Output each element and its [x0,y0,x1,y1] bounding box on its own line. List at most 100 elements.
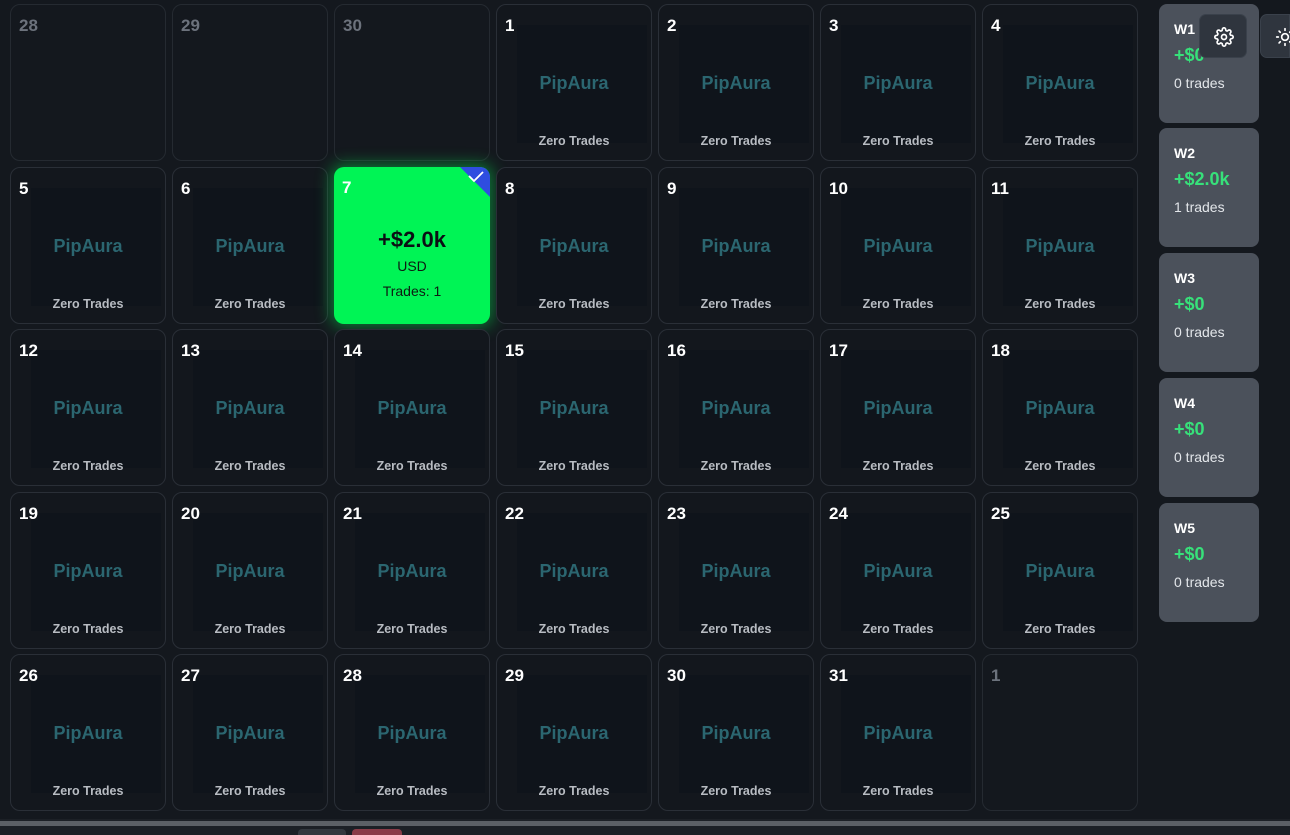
day-number: 18 [991,341,1010,360]
day-number: 23 [667,503,686,523]
day-number: 28 [343,666,362,685]
calendar-day-outside-month: 1 [982,654,1138,811]
bottom-tab-a[interactable] [298,829,346,835]
zero-trades-label: Zero Trades [52,296,124,311]
day-number: 29 [505,666,524,685]
day-number: 27 [181,666,200,685]
sun-icon [1275,27,1290,47]
calendar-day[interactable]: 5 PipAura Zero Trades [10,166,166,324]
day-number: 6 [181,178,191,198]
calendar-day[interactable]: 7 +$2.0k USD Trades: 1 [334,166,490,324]
calendar-day[interactable]: 10 PipAura Zero Trades [820,166,976,324]
calendar-day[interactable]: 8 PipAura Zero Trades [496,166,652,324]
calendar-day[interactable]: 13 PipAura Zero Trades [172,329,328,486]
brand-watermark: PipAura [863,398,933,418]
day-pnl: +$2.0k [378,226,446,252]
day-trade-count: Trades: 1 [382,282,442,299]
calendar-day[interactable]: 19 PipAura Zero Trades [10,491,166,649]
calendar-day[interactable]: 17 PipAura Zero Trades [820,329,976,486]
day-number: 11 [991,178,1009,198]
week-trade-count: 1 trades [1174,199,1225,215]
zero-trades-label: Zero Trades [862,296,934,311]
calendar-day[interactable]: 6 PipAura Zero Trades [172,166,328,324]
brand-watermark: PipAura [377,560,447,581]
calendar-day[interactable]: 4 PipAura Zero Trades [982,4,1138,161]
zero-trades-label: Zero Trades [700,296,772,311]
calendar-day[interactable]: 18 PipAura Zero Trades [982,329,1138,486]
calendar-day-outside-month: 30 [334,4,490,161]
calendar-day[interactable]: 26 PipAura Zero Trades [10,654,166,811]
calendar-day[interactable]: 16 PipAura Zero Trades [658,329,814,486]
zero-trades-label: Zero Trades [214,621,286,636]
zero-trades-label: Zero Trades [376,459,448,473]
brand-watermark: PipAura [215,398,285,418]
brand-watermark: PipAura [539,73,609,93]
brand-watermark: PipAura [701,235,771,256]
calendar-day[interactable]: 15 PipAura Zero Trades [496,329,652,486]
brand-watermark: PipAura [539,235,609,256]
scrollbar-track[interactable] [0,821,1290,826]
calendar-day[interactable]: 9 PipAura Zero Trades [658,166,814,324]
day-number: 31 [829,666,848,685]
calendar-day[interactable]: 21 PipAura Zero Trades [334,491,490,649]
week-summary-card[interactable]: W3 +$0 0 trades [1159,253,1259,372]
theme-toggle-button[interactable] [1260,14,1290,58]
calendar-day[interactable]: 25 PipAura Zero Trades [982,491,1138,649]
zero-trades-label: Zero Trades [700,459,772,473]
brand-watermark: PipAura [53,398,123,418]
gear-icon [1214,27,1234,47]
day-number: 4 [991,16,1001,35]
brand-watermark: PipAura [539,723,609,743]
brand-watermark: PipAura [701,73,771,93]
zero-trades-label: Zero Trades [700,784,772,798]
calendar-day[interactable]: 3 PipAura Zero Trades [820,4,976,161]
calendar-day[interactable]: 29 PipAura Zero Trades [496,654,652,811]
brand-watermark: PipAura [539,398,609,418]
day-number: 1 [991,666,1001,685]
calendar-day[interactable]: 27 PipAura Zero Trades [172,654,328,811]
brand-watermark: PipAura [377,723,447,743]
calendar-day[interactable]: 31 PipAura Zero Trades [820,654,976,811]
calendar-day[interactable]: 2 PipAura Zero Trades [658,4,814,161]
zero-trades-label: Zero Trades [700,134,772,148]
week-summary-card[interactable]: W4 +$0 0 trades [1159,378,1259,497]
day-number: 25 [991,503,1010,523]
day-number: 17 [829,341,848,360]
calendar-day[interactable]: 30 PipAura Zero Trades [658,654,814,811]
calendar-day[interactable]: 22 PipAura Zero Trades [496,491,652,649]
calendar-day[interactable]: 14 PipAura Zero Trades [334,329,490,486]
calendar-day[interactable]: 23 PipAura Zero Trades [658,491,814,649]
calendar-day[interactable]: 12 PipAura Zero Trades [10,329,166,486]
calendar-day[interactable]: 20 PipAura Zero Trades [172,491,328,649]
brand-watermark: PipAura [701,398,771,418]
zero-trades-label: Zero Trades [376,621,448,636]
brand-watermark: PipAura [1025,235,1095,256]
zero-trades-label: Zero Trades [52,784,124,798]
zero-trades-label: Zero Trades [214,784,286,798]
week-pnl: +$0 [1174,294,1205,314]
week-summary-card[interactable]: W2 +$2.0k 1 trades [1159,128,1259,247]
brand-watermark: PipAura [863,73,933,93]
settings-button[interactable] [1199,14,1247,58]
zero-trades-label: Zero Trades [214,459,286,473]
day-number: 30 [667,666,686,685]
calendar-day[interactable]: 28 PipAura Zero Trades [334,654,490,811]
day-number: 9 [667,178,677,198]
brand-watermark: PipAura [863,723,933,743]
calendar-day[interactable]: 11 PipAura Zero Trades [982,166,1138,324]
zero-trades-label: Zero Trades [862,621,934,636]
bottom-tab-b[interactable] [352,829,402,835]
zero-trades-label: Zero Trades [538,784,610,798]
day-number: 22 [505,503,524,523]
calendar-day[interactable]: 1 PipAura Zero Trades [496,4,652,161]
bottom-scrollbar[interactable] [0,819,1290,835]
day-number: 1 [505,16,515,35]
brand-watermark: PipAura [539,560,609,581]
day-number: 16 [667,341,686,360]
week-summary-card[interactable]: W5 +$0 0 trades [1159,503,1259,622]
zero-trades-label: Zero Trades [1024,134,1096,148]
calendar-day[interactable]: 24 PipAura Zero Trades [820,491,976,649]
brand-watermark: PipAura [701,723,771,743]
day-number: 12 [19,341,38,360]
zero-trades-label: Zero Trades [862,459,934,473]
